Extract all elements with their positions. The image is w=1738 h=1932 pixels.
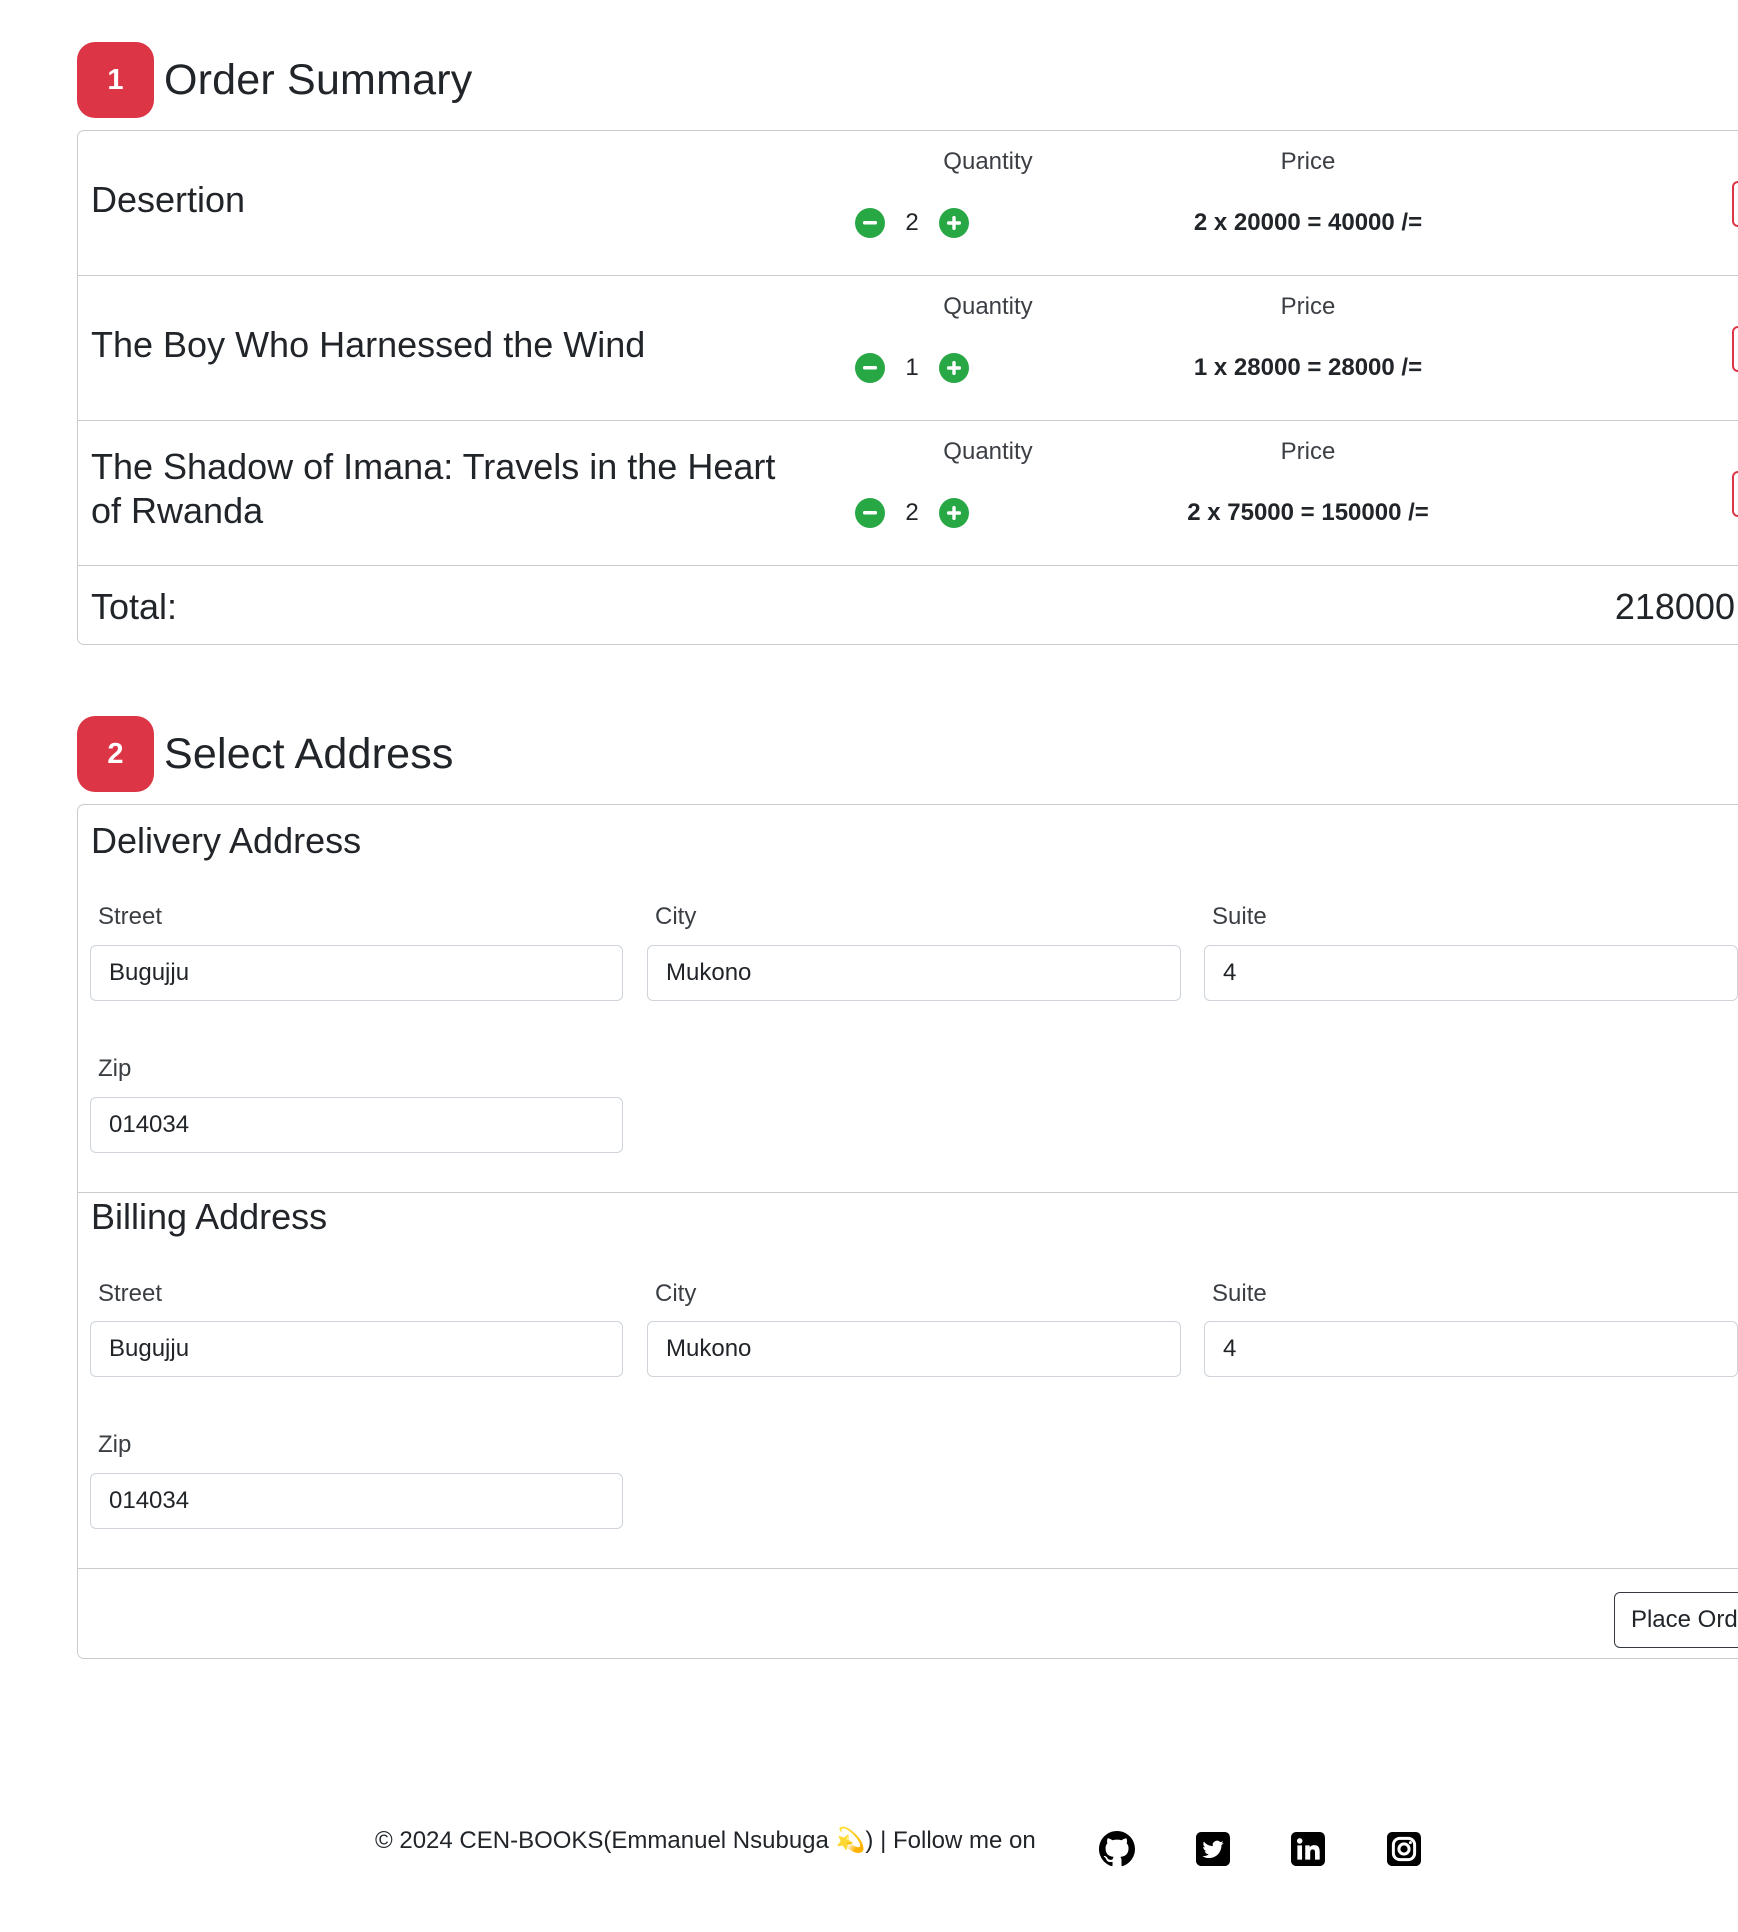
delivery-city-input[interactable] (647, 945, 1181, 1001)
billing-suite-input[interactable] (1204, 1321, 1738, 1377)
instagram-icon[interactable] (1385, 1830, 1423, 1868)
step-badge-2: 2 (77, 716, 154, 792)
address-divider (78, 1192, 1738, 1193)
delivery-city-label: City (655, 903, 697, 930)
select-address-title: Select Address (164, 729, 454, 778)
order-summary-card: Desertion Quantity Price 2 2 x 20000 = 4… (77, 130, 1738, 645)
minus-icon (863, 366, 877, 370)
billing-zip-input[interactable] (90, 1473, 623, 1529)
total-value: 218000 /= (1614, 586, 1738, 627)
price-calculation: 1 x 28000 = 28000 /= (1193, 354, 1423, 381)
quantity-label: Quantity (943, 438, 1033, 465)
order-row: Desertion Quantity Price 2 2 x 20000 = 4… (78, 131, 1738, 276)
delivery-street-input[interactable] (90, 945, 623, 1001)
delivery-zip-input[interactable] (90, 1097, 623, 1153)
quantity-stepper: 1 (855, 353, 969, 383)
billing-street-label: Street (98, 1280, 163, 1307)
select-address-header: 2 Select Address (77, 716, 454, 792)
delivery-zip-label: Zip (98, 1055, 132, 1082)
twitter-icon[interactable] (1194, 1830, 1232, 1868)
price-calculation: 2 x 20000 = 40000 /= (1193, 209, 1423, 236)
order-row: The Boy Who Harnessed the Wind Quantity … (78, 276, 1738, 421)
decrease-quantity-button[interactable] (855, 208, 885, 238)
price-label: Price (1280, 438, 1336, 465)
decrease-quantity-button[interactable] (855, 498, 885, 528)
billing-address-title: Billing Address (91, 1196, 328, 1237)
billing-city-label: City (655, 1280, 697, 1307)
step-badge-1: 1 (77, 42, 154, 118)
minus-icon (863, 511, 877, 515)
delivery-address-title: Delivery Address (91, 820, 362, 861)
plus-icon (947, 216, 961, 230)
delivery-street-label: Street (98, 903, 163, 930)
address-card: Delivery Address Street City Suite Zip B… (77, 804, 1738, 1659)
remove-item-button[interactable] (1732, 326, 1738, 372)
quantity-value: 2 (905, 209, 919, 236)
billing-zip-label: Zip (98, 1431, 132, 1458)
increase-quantity-button[interactable] (939, 208, 969, 238)
billing-city-input[interactable] (647, 1321, 1181, 1377)
quantity-stepper: 2 (855, 498, 969, 528)
order-summary-title: Order Summary (164, 55, 473, 104)
book-title: The Boy Who Harnessed the Wind (91, 324, 646, 365)
remove-item-button[interactable] (1732, 181, 1738, 227)
github-icon[interactable] (1098, 1830, 1136, 1868)
price-label: Price (1280, 148, 1336, 175)
increase-quantity-button[interactable] (939, 353, 969, 383)
quantity-value: 1 (905, 354, 919, 381)
delivery-suite-label: Suite (1212, 903, 1267, 930)
billing-suite-label: Suite (1212, 1280, 1267, 1307)
decrease-quantity-button[interactable] (855, 353, 885, 383)
quantity-stepper: 2 (855, 208, 969, 238)
total-label: Total: (91, 586, 178, 627)
price-calculation: 2 x 75000 = 150000 /= (1187, 499, 1429, 526)
quantity-label: Quantity (943, 148, 1033, 175)
order-summary-header: 1 Order Summary (77, 42, 472, 118)
linkedin-icon[interactable] (1289, 1830, 1327, 1868)
plus-icon (947, 361, 961, 375)
increase-quantity-button[interactable] (939, 498, 969, 528)
plus-icon (947, 506, 961, 520)
order-row: The Shadow of Imana: Travels in the Hear… (78, 421, 1738, 566)
place-order-button[interactable]: Place Order (1614, 1592, 1738, 1648)
billing-street-input[interactable] (90, 1321, 623, 1377)
price-label: Price (1280, 293, 1336, 320)
quantity-label: Quantity (943, 293, 1033, 320)
quantity-value: 2 (905, 499, 919, 526)
remove-item-button[interactable] (1732, 471, 1738, 517)
footer-credit: © 2024 CEN-BOOKS(Emmanuel Nsubuga 💫) | F… (375, 1826, 1036, 1855)
delivery-suite-input[interactable] (1204, 945, 1738, 1001)
minus-icon (863, 221, 877, 225)
card-footer-divider (78, 1568, 1738, 1569)
book-title: The Shadow of Imana: Travels in the Hear… (91, 446, 776, 531)
footer-text: © 2024 CEN-BOOKS(Emmanuel Nsubuga 💫) | F… (375, 1827, 1036, 1854)
book-title: Desertion (91, 179, 246, 220)
